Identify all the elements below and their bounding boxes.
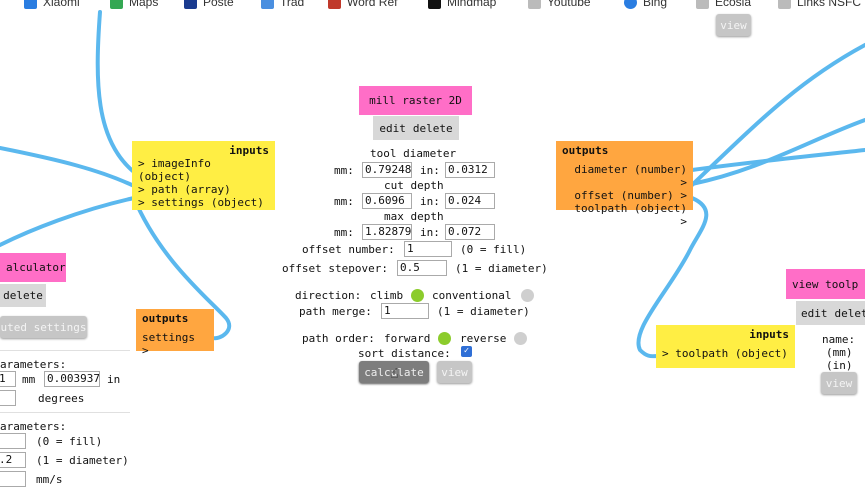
mill-delete-button[interactable]: delete bbox=[413, 122, 453, 135]
inputs-title: inputs bbox=[662, 328, 789, 341]
view-toolpath-delete-button[interactable]: delet bbox=[835, 307, 865, 320]
forward-label: forward bbox=[384, 332, 430, 345]
path-merge-note: (1 = diameter) bbox=[437, 305, 530, 318]
climb-radio[interactable] bbox=[411, 289, 424, 302]
path-merge-input[interactable]: 1 bbox=[381, 303, 429, 319]
output-port-toolpath[interactable]: toolpath (object) > bbox=[562, 202, 687, 228]
mm-unit-label: (mm) bbox=[826, 346, 853, 359]
stepover-note: (1 = diameter) bbox=[36, 454, 129, 467]
hand-cursor-icon: ☝ bbox=[390, 366, 398, 382]
offset-number-label: offset number: bbox=[302, 243, 395, 256]
offset-number-note: (0 = fill) bbox=[460, 243, 526, 256]
wire bbox=[692, 45, 865, 185]
right-inputs-panel: inputs > toolpath (object) bbox=[656, 325, 795, 368]
outputs-title: outputs bbox=[562, 144, 687, 157]
param-fill-input[interactable] bbox=[0, 433, 26, 449]
fill-note: (0 = fill) bbox=[36, 435, 102, 448]
divider bbox=[0, 412, 130, 413]
tool-diameter-mm-input[interactable]: 0.79248 bbox=[362, 162, 412, 178]
reverse-radio[interactable] bbox=[514, 332, 527, 345]
mm-unit-label: mm bbox=[22, 373, 35, 386]
mm-label: mm: bbox=[334, 226, 354, 239]
output-port-offset[interactable]: offset (number) > bbox=[562, 189, 687, 202]
input-port-path[interactable]: > path (array) bbox=[138, 183, 269, 196]
mill-view-button[interactable]: view bbox=[437, 361, 472, 383]
wire bbox=[0, 198, 134, 245]
cut-depth-mm-input[interactable]: 0.6096 bbox=[362, 193, 412, 209]
mill-raster-title: mill raster 2D bbox=[359, 86, 472, 115]
outputs-title: outputs bbox=[142, 312, 208, 325]
input-port-toolpath[interactable]: > toolpath (object) bbox=[662, 347, 789, 360]
tool-diameter-label: tool diameter bbox=[370, 147, 456, 160]
climb-label: climb bbox=[370, 289, 403, 302]
mill-edit-button[interactable]: edit bbox=[379, 122, 406, 135]
wire bbox=[98, 12, 134, 172]
parameters-heading: arameters: bbox=[0, 358, 66, 371]
in-unit-label: (in) bbox=[826, 359, 853, 372]
mill-outputs-panel: outputs diameter (number) > offset (numb… bbox=[556, 141, 693, 210]
in-label: in: bbox=[420, 164, 440, 177]
path-order-label: path order: bbox=[302, 332, 375, 345]
offset-stepover-input[interactable]: 0.5 bbox=[397, 260, 447, 276]
input-port-imageinfo[interactable]: > imageInfo (object) bbox=[138, 157, 269, 183]
cut-depth-label: cut depth bbox=[384, 179, 444, 192]
max-depth-in-input[interactable]: 0.072 bbox=[445, 224, 495, 240]
name-label: name: bbox=[822, 333, 855, 346]
view-toolpath-title: view toolp bbox=[786, 269, 865, 299]
left-inputs-panel: inputs > imageInfo (object) > path (arra… bbox=[132, 141, 275, 210]
conventional-radio[interactable] bbox=[521, 289, 534, 302]
mill-edit-delete-bar: edit delete bbox=[373, 116, 459, 140]
tool-diameter-in-input[interactable]: 0.0312 bbox=[445, 162, 495, 178]
param-speed-input[interactable] bbox=[0, 471, 26, 487]
left-delete-button[interactable]: delete bbox=[0, 284, 46, 307]
top-view-button[interactable]: view bbox=[716, 14, 751, 36]
output-port-diameter[interactable]: diameter (number) > bbox=[562, 163, 687, 189]
speed-unit-label: mm/s bbox=[36, 473, 63, 486]
max-depth-label: max depth bbox=[384, 210, 444, 223]
view-toolpath-view-button[interactable]: view bbox=[821, 372, 857, 394]
calculator-title: alculator bbox=[0, 253, 66, 282]
param-in-input[interactable]: 0.003937 bbox=[44, 371, 100, 387]
input-port-settings[interactable]: > settings (object) bbox=[138, 196, 269, 209]
offset-stepover-label: offset stepover: bbox=[282, 262, 388, 275]
computed-settings-button[interactable]: uted settings bbox=[0, 316, 87, 338]
in-label: in: bbox=[420, 195, 440, 208]
sort-distance-label: sort distance: bbox=[358, 347, 451, 360]
mm-label: mm: bbox=[334, 195, 354, 208]
forward-radio[interactable] bbox=[438, 332, 451, 345]
view-toolpath-edit-button[interactable]: edit bbox=[801, 307, 828, 320]
view-toolpath-edit-delete-bar: edit delet bbox=[796, 301, 865, 325]
sort-distance-checkbox[interactable]: ✓ bbox=[461, 346, 472, 357]
output-port-settings[interactable]: settings > bbox=[142, 331, 208, 357]
path-merge-label: path merge: bbox=[299, 305, 372, 318]
divider bbox=[0, 350, 130, 351]
conventional-label: conventional bbox=[432, 289, 511, 302]
offset-number-input[interactable]: 1 bbox=[404, 241, 452, 257]
parameters-heading-2: arameters: bbox=[0, 420, 66, 433]
offset-stepover-note: (1 = diameter) bbox=[455, 262, 548, 275]
inputs-title: inputs bbox=[138, 144, 269, 157]
mm-label: mm: bbox=[334, 164, 354, 177]
degrees-unit-label: degrees bbox=[38, 392, 84, 405]
in-label: in: bbox=[420, 226, 440, 239]
in-unit-label: in bbox=[107, 373, 120, 386]
param-stepover-input[interactable]: .2 bbox=[0, 452, 26, 468]
wire bbox=[0, 148, 134, 186]
param-degrees-input[interactable] bbox=[0, 390, 16, 406]
direction-label: direction: bbox=[295, 289, 361, 302]
reverse-label: reverse bbox=[460, 332, 506, 345]
max-depth-mm-input[interactable]: 1.82879 bbox=[362, 224, 412, 240]
left-outputs-panel: outputs settings > bbox=[136, 309, 214, 351]
param-mm-input[interactable]: 1 bbox=[0, 371, 16, 387]
cut-depth-in-input[interactable]: 0.024 bbox=[445, 193, 495, 209]
